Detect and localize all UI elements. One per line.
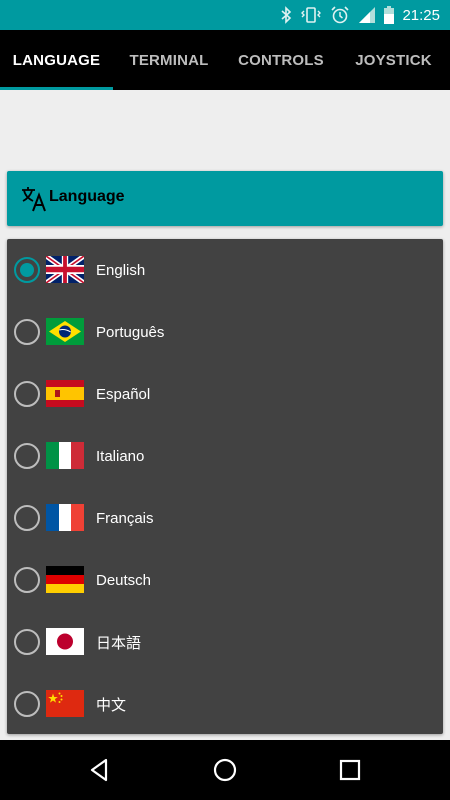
china-flag	[46, 690, 84, 717]
language-option-spanish[interactable]: Español	[7, 363, 443, 425]
language-option-japanese[interactable]: 日本語	[7, 611, 443, 673]
language-label: 中文	[96, 696, 127, 714]
radio-button[interactable]	[14, 319, 40, 345]
language-option-french[interactable]: Français	[7, 487, 443, 549]
content-area: Language English Português Español Itali…	[0, 90, 450, 740]
signal-icon	[358, 0, 376, 30]
language-option-german[interactable]: Deutsch	[7, 549, 443, 611]
tab-joystick[interactable]: JOYSTICK	[337, 30, 450, 90]
vibrate-icon	[300, 0, 322, 30]
brazil-flag	[46, 318, 84, 345]
status-bar: 21:25	[0, 0, 450, 30]
alarm-icon	[330, 0, 350, 30]
language-label: Português	[96, 323, 165, 341]
language-label: Español	[96, 385, 151, 403]
language-label: Deutsch	[96, 571, 152, 589]
tab-controls[interactable]: CONTROLS	[225, 30, 337, 90]
radio-button[interactable]	[14, 381, 40, 407]
uk-flag	[46, 256, 84, 283]
back-icon[interactable]	[85, 755, 115, 785]
status-icons: 21:25	[272, 0, 450, 30]
section-title: Language	[49, 188, 125, 205]
recents-icon[interactable]	[335, 755, 365, 785]
radio-button[interactable]	[14, 629, 40, 655]
italy-flag	[46, 442, 84, 469]
language-label: English	[96, 261, 146, 279]
tab-terminal[interactable]: TERMINAL	[113, 30, 225, 90]
home-icon[interactable]	[210, 755, 240, 785]
bluetooth-icon	[280, 0, 292, 30]
language-label: 日本語	[96, 634, 142, 652]
section-header: Language	[7, 171, 443, 226]
france-flag	[46, 504, 84, 531]
radio-button[interactable]	[14, 691, 40, 717]
germany-flag	[46, 566, 84, 593]
radio-button[interactable]	[14, 567, 40, 593]
language-option-english[interactable]: English	[7, 239, 443, 301]
language-label: Français	[96, 509, 154, 527]
spain-flag	[46, 380, 84, 407]
translate-icon	[21, 185, 49, 213]
japan-flag	[46, 628, 84, 655]
tab-bar: LANGUAGE TERMINAL CONTROLS JOYSTICK	[0, 30, 450, 90]
status-time: 21:25	[402, 6, 440, 24]
tab-language[interactable]: LANGUAGE	[0, 30, 113, 90]
radio-button[interactable]	[14, 505, 40, 531]
language-label: Italiano	[96, 447, 145, 465]
language-option-chinese[interactable]: 中文	[7, 673, 443, 735]
language-option-italian[interactable]: Italiano	[7, 425, 443, 487]
battery-icon	[384, 0, 395, 30]
language-list: English Português Español Italiano Franç…	[7, 239, 443, 734]
radio-button-selected[interactable]	[14, 257, 40, 283]
language-option-portuguese[interactable]: Português	[7, 301, 443, 363]
navigation-bar	[0, 740, 450, 800]
radio-button[interactable]	[14, 443, 40, 469]
